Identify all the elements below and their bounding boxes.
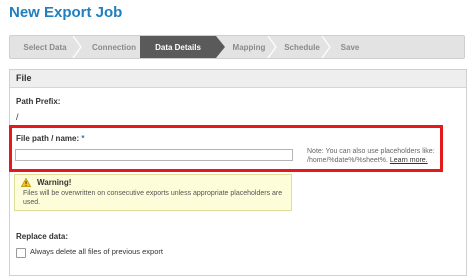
panel-title: File — [16, 73, 32, 83]
placeholder-note: Note: You can also use placeholders like… — [307, 147, 447, 165]
panel-header: File — [10, 70, 466, 88]
delete-files-checkbox[interactable] — [16, 248, 26, 258]
warning-icon — [21, 178, 31, 187]
note-line-1: Note: You can also use placeholders like… — [307, 148, 435, 155]
replace-data-label: Replace data: — [16, 232, 69, 241]
file-panel: File — [9, 69, 467, 276]
warning-title: Warning! — [37, 178, 72, 187]
learn-more-link[interactable]: Learn more. — [390, 157, 428, 164]
step-select-data[interactable]: Select Data — [10, 36, 80, 58]
wizard-steps: Select Data Connection Data Details Mapp… — [9, 35, 465, 59]
note-example: /home/%date%/%sheet%. — [307, 157, 388, 164]
step-connection[interactable]: Connection — [80, 36, 148, 58]
delete-files-checkbox-label[interactable]: Always delete all files of previous expo… — [30, 247, 163, 256]
file-path-label-text: File path / name: — [16, 134, 80, 143]
step-save[interactable]: Save — [328, 36, 372, 58]
warning-box: Warning! Files will be overwritten on co… — [14, 174, 292, 211]
page-title: New Export Job — [9, 4, 123, 21]
step-data-details[interactable]: Data Details — [140, 36, 216, 58]
path-prefix-label: Path Prefix: — [16, 97, 61, 106]
note-line-2: /home/%date%/%sheet%. Learn more. — [307, 156, 447, 165]
path-prefix-value: / — [16, 112, 19, 122]
required-mark: * — [81, 134, 85, 143]
file-path-label: File path / name: * — [16, 134, 84, 143]
file-path-input[interactable] — [15, 149, 293, 161]
warning-text: Files will be overwritten on consecutive… — [23, 190, 283, 206]
